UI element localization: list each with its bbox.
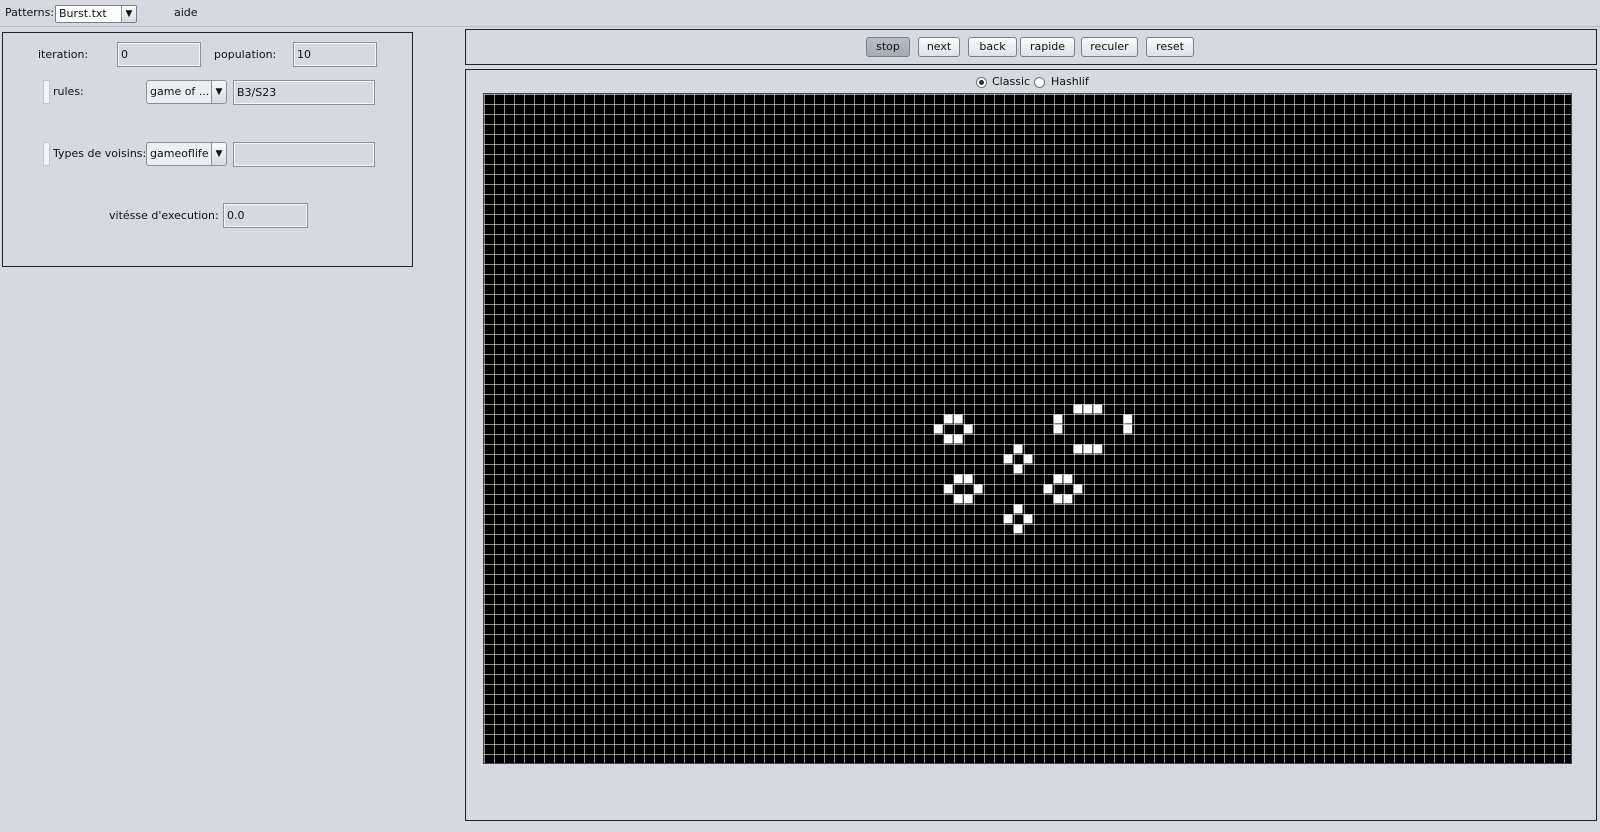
neighbors-drag-handle[interactable] [43,142,50,166]
reculer-button[interactable]: reculer [1081,37,1138,57]
stop-button[interactable]: stop [866,37,910,57]
rules-dropdown-value: game of ... [150,85,210,98]
classic-label: Classic [992,75,1031,88]
live-cell [963,424,973,434]
iteration-field[interactable]: 0 [117,42,201,67]
chevron-down-icon: ▼ [211,143,226,165]
rules-drag-handle[interactable] [43,80,50,104]
classic-radio[interactable] [976,77,987,88]
population-field[interactable]: 10 [293,42,377,67]
hashlife-radio[interactable] [1034,77,1045,88]
rules-dropdown[interactable]: game of ... ▼ [146,80,227,104]
settings-panel: iteration: 0 population: 10 rules: game … [2,32,413,267]
life-grid[interactable] [483,93,1572,764]
live-cell [943,414,953,424]
rapide-button[interactable]: rapide [1020,37,1075,57]
live-cell [933,424,943,434]
live-cell [953,414,963,424]
chevron-down-icon: ▼ [211,81,226,103]
live-cell [1083,444,1093,454]
live-cell [953,474,963,484]
patterns-dropdown[interactable]: Burst.txt ▼ [55,5,137,23]
live-cell [1063,494,1073,504]
live-cell [1093,444,1103,454]
live-cell [943,434,953,444]
live-cell [953,494,963,504]
patterns-label: Patterns: [5,6,55,19]
back-button[interactable]: back [968,37,1017,57]
menu-bar: Patterns: Burst.txt ▼ aide [0,0,1600,27]
live-cell [1013,464,1023,474]
live-cell [1013,524,1023,534]
live-cell [963,474,973,484]
next-button[interactable]: next [918,37,960,57]
live-cell [973,484,983,494]
live-cell [963,494,973,504]
rules-label: rules: [53,85,84,98]
live-cell [1053,414,1063,424]
live-cell [1013,444,1023,454]
live-cell [1083,404,1093,414]
reset-button[interactable]: reset [1146,37,1194,57]
neighbors-dropdown[interactable]: gameoflife ▼ [146,142,227,166]
hashlife-label: Hashlif [1051,75,1089,88]
neighbors-dropdown-value: gameoflife [150,147,209,160]
live-cell [1023,454,1033,464]
live-cell [1043,484,1053,494]
live-cell [1013,504,1023,514]
live-cell [1053,494,1063,504]
live-cell [1073,404,1083,414]
live-cell [943,484,953,494]
radio-selected-dot [979,80,984,85]
live-cell [1063,474,1073,484]
neighbors-field[interactable] [233,142,375,167]
live-cell [1123,424,1133,434]
live-cell [1093,404,1103,414]
live-cell [1023,514,1033,524]
speed-field[interactable]: 0.0 [223,203,308,228]
live-cell [1073,484,1083,494]
live-cell [1053,474,1063,484]
iteration-label: iteration: [38,48,89,61]
aide-menu[interactable]: aide [174,5,198,21]
live-cells-layer [933,404,1133,534]
live-cell [1003,454,1013,464]
speed-label: vitésse d'execution: [109,209,219,222]
live-cell [1123,414,1133,424]
patterns-dropdown-value: Burst.txt [59,7,107,20]
live-cell [953,434,963,444]
live-cell [1073,444,1083,454]
chevron-down-icon: ▼ [121,6,136,22]
live-cell [1003,514,1013,524]
rule-string-field[interactable]: B3/S23 [233,80,375,105]
live-cell [1053,424,1063,434]
population-label: population: [214,48,277,61]
neighbors-label: Types de voisins: [53,147,147,160]
